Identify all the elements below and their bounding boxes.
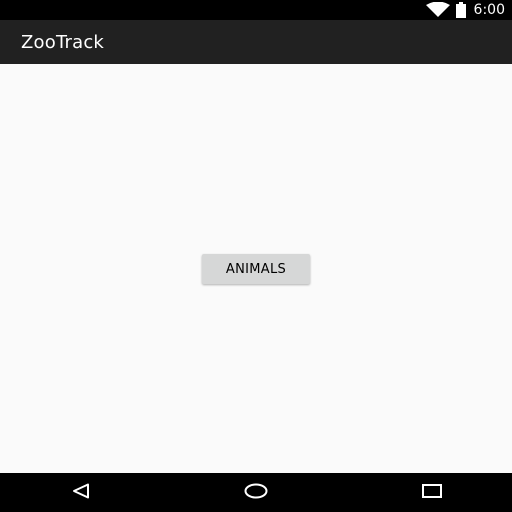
main-content: ANIMALS: [0, 64, 512, 473]
home-icon: [244, 483, 268, 503]
status-icons: 6:00: [425, 0, 505, 20]
battery-icon: [455, 2, 466, 18]
back-icon: [71, 483, 91, 503]
app-title: ZooTrack: [21, 31, 105, 53]
back-button[interactable]: [51, 473, 111, 512]
navigation-bar: [0, 473, 512, 512]
home-button[interactable]: [226, 473, 286, 512]
app-bar: ZooTrack: [0, 20, 512, 64]
status-bar: 6:00: [0, 0, 512, 20]
recents-icon: [422, 483, 442, 502]
animals-button[interactable]: ANIMALS: [202, 254, 310, 284]
recents-button[interactable]: [402, 473, 462, 512]
wifi-icon: [425, 2, 450, 18]
clock: 6:00: [473, 2, 505, 18]
